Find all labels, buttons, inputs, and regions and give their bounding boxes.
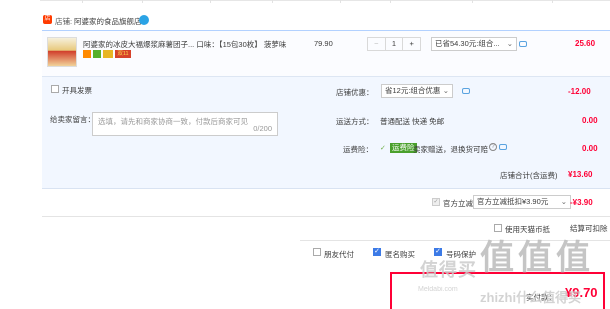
watermark-host: zhizhi什么值得买 bbox=[480, 290, 582, 305]
memo-char-count: 0/200 bbox=[253, 124, 272, 133]
quantity-stepper[interactable]: − 1 + bbox=[367, 37, 421, 51]
product-title-link[interactable]: 阿婆家的冰皮大福爆浆麻薯团子... 口味：【15包30枚】 菠萝味 bbox=[83, 39, 298, 50]
friend-pay-checkbox[interactable] bbox=[313, 248, 321, 256]
product-thumbnail[interactable] bbox=[47, 37, 77, 67]
product-badges: 双11 bbox=[83, 50, 133, 59]
store-total-label: 店铺合计(含运费) bbox=[500, 171, 558, 180]
store-prefix: 店铺: bbox=[55, 17, 73, 26]
watermark-text: 值得买 bbox=[420, 260, 477, 280]
insurance-text: 卖家赠送，退换货可赔 bbox=[413, 145, 488, 154]
coupon-label: 店铺优惠： bbox=[336, 88, 374, 97]
checkmark-icon: ✓ bbox=[380, 145, 386, 152]
watermark-logo-icon: 值 bbox=[518, 239, 552, 277]
store-coupon-select[interactable]: 省12元:组合优惠 ⌄ bbox=[381, 84, 453, 98]
table-top-border bbox=[40, 0, 610, 3]
shipping-cost: 0.00 bbox=[582, 116, 598, 125]
tmall-discount-amount: -¥3.90 bbox=[570, 198, 593, 207]
shipping-label: 运送方式： bbox=[336, 117, 374, 126]
chevron-down-icon: ⌄ bbox=[560, 197, 567, 206]
anonymous-buy-label: 匿名购买 bbox=[385, 250, 415, 259]
increase-button[interactable]: + bbox=[402, 38, 420, 50]
tmall-discount-select[interactable]: 官方立减抵扣¥3.90元 ⌄ bbox=[473, 195, 571, 209]
badge-icon bbox=[93, 50, 101, 58]
tmall-discount-checkbox: ✓ bbox=[432, 198, 440, 206]
shipping-method: 普通配送 快递 免邮 bbox=[380, 117, 445, 126]
watermark-logo-icon: 值 bbox=[480, 239, 514, 277]
store-name-link[interactable]: 阿婆家的食品旗舰店 bbox=[74, 16, 142, 27]
divider bbox=[42, 188, 610, 189]
insurance-label: 运费险： bbox=[343, 145, 373, 154]
coupon-discount: -12.00 bbox=[568, 87, 591, 96]
tmall-discount-value: 官方立减抵扣¥3.90元 bbox=[477, 197, 549, 206]
invoice-checkbox[interactable] bbox=[51, 85, 59, 93]
chevron-down-icon: ⌄ bbox=[442, 86, 449, 95]
store-total-value: ¥13.60 bbox=[568, 170, 593, 179]
memo-textarea[interactable]: 选填，请先和商家协商一致，付款后商家可见 0/200 bbox=[92, 112, 278, 136]
divider bbox=[42, 216, 610, 217]
badge-icon bbox=[103, 50, 113, 58]
coupon-value: 省12元:组合优惠 bbox=[385, 86, 441, 95]
store-icon: 店 bbox=[43, 15, 52, 24]
double11-badge: 双11 bbox=[115, 50, 131, 58]
promotion-value: 已省54.30元:组合... bbox=[435, 39, 500, 48]
item-total: 25.60 bbox=[575, 39, 596, 48]
memo-placeholder: 选填，请先和商家协商一致，付款后商家可见 bbox=[98, 117, 248, 126]
memo-label: 给卖家留言： bbox=[50, 115, 95, 124]
friend-pay-label: 朋友代付 bbox=[324, 250, 354, 259]
number-protect-checkbox[interactable]: ✓ bbox=[434, 248, 442, 256]
help-icon[interactable]: ? bbox=[489, 143, 497, 151]
insurance-info-icon[interactable] bbox=[499, 144, 507, 150]
badge-icon bbox=[83, 50, 91, 58]
promotion-info-icon[interactable] bbox=[519, 41, 527, 47]
anonymous-buy-checkbox[interactable]: ✓ bbox=[373, 248, 381, 256]
tmall-discount-label: 官方立减 bbox=[443, 199, 473, 208]
invoice-label: 开具发票 bbox=[62, 86, 92, 95]
watermark-logo-icon: 值 bbox=[556, 239, 590, 277]
coupon-info-icon[interactable] bbox=[462, 88, 470, 94]
quantity-input[interactable]: 1 bbox=[386, 38, 403, 50]
decrease-button[interactable]: − bbox=[368, 38, 386, 50]
watermark-domain: Meldabi.com bbox=[418, 286, 458, 293]
unit-price: 79.90 bbox=[314, 39, 333, 48]
chat-icon[interactable] bbox=[139, 15, 149, 25]
chevron-down-icon: ⌄ bbox=[506, 39, 513, 48]
promotion-select[interactable]: 已省54.30元:组合... ⌄ bbox=[431, 37, 517, 51]
insurance-cost: 0.00 bbox=[582, 144, 598, 153]
